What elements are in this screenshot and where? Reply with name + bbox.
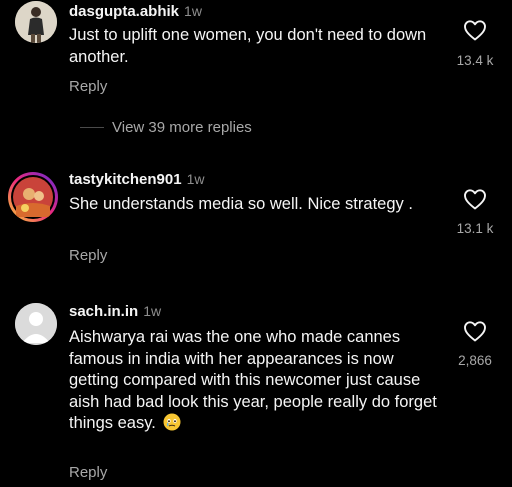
like-count: 2,866 (458, 353, 492, 368)
face-holding-back-tears-emoji-icon (163, 413, 181, 431)
like-count: 13.4 k (456, 53, 494, 68)
reply-button[interactable]: Reply (69, 78, 107, 95)
comment-time: 1w (184, 3, 202, 19)
default-avatar-icon (15, 303, 57, 345)
avatar[interactable] (8, 172, 58, 222)
heart-icon[interactable] (463, 320, 487, 342)
view-more-replies-button[interactable]: View 39 more replies (80, 117, 252, 137)
like-count: 13.1 k (456, 221, 494, 236)
comment-text: Just to uplift one women, you don't need… (69, 26, 427, 66)
comment-text: She understands media so well. Nice stra… (69, 195, 413, 213)
view-more-replies-label: View 39 more replies (112, 118, 252, 136)
heart-icon[interactable] (463, 19, 487, 41)
username[interactable]: tastykitchen901 (69, 171, 182, 188)
reply-button[interactable]: Reply (69, 247, 107, 264)
comment-time: 1w (186, 171, 205, 187)
comment-text: Aishwarya rai was the one who made canne… (69, 327, 444, 435)
avatar[interactable] (15, 1, 57, 43)
comment-header: sach.in.in 1w (69, 303, 161, 320)
comment-header: dasgupta.abhik 1w (69, 3, 202, 20)
user-avatar-photo-icon (15, 1, 57, 43)
username[interactable]: dasgupta.abhik (69, 3, 179, 20)
heart-icon[interactable] (463, 188, 487, 210)
reply-button[interactable]: Reply (69, 464, 107, 481)
divider-line (80, 126, 104, 128)
comment-text-body: Aishwarya rai was the one who made canne… (69, 328, 437, 432)
comment-time: 1w (143, 303, 162, 319)
avatar[interactable] (15, 303, 57, 345)
user-avatar-story-ring-icon (11, 175, 55, 219)
comment-header: tastykitchen901 1w (69, 171, 204, 188)
username[interactable]: sach.in.in (69, 303, 138, 320)
